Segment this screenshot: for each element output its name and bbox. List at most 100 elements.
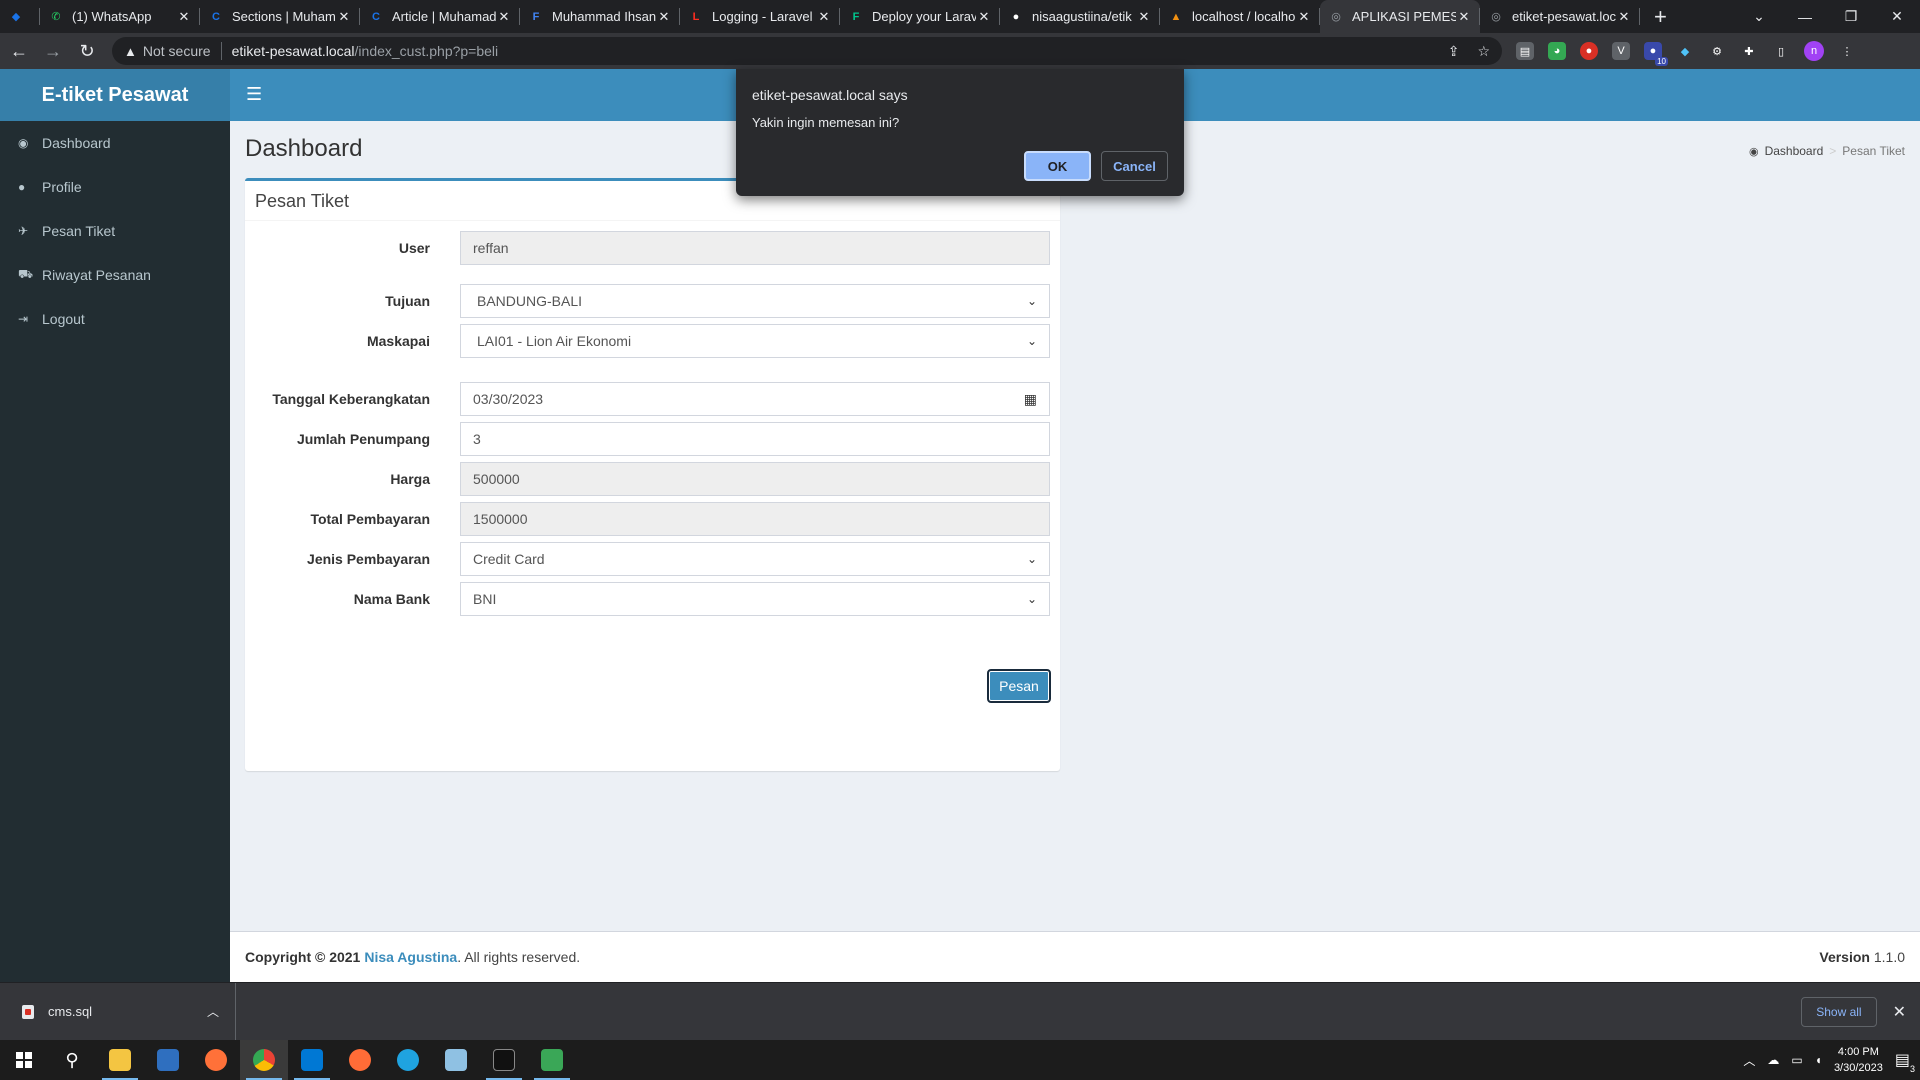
browser-tab[interactable]: ● nisaagustiina/etik ✕: [1000, 0, 1160, 33]
new-tab-button[interactable]: +: [1640, 0, 1681, 33]
extension-icon-6[interactable]: ◆: [1676, 42, 1694, 60]
browser-tab[interactable]: ◎ etiket-pesawat.loc ✕: [1480, 0, 1640, 33]
tujuan-select[interactable]: BANDUNG-BALI ⌄: [460, 284, 1050, 318]
tab-close-icon[interactable]: ✕: [656, 9, 672, 25]
chevron-down-icon: ⌄: [1026, 334, 1037, 348]
cloud-icon[interactable]: ☁: [1767, 1053, 1779, 1067]
download-item[interactable]: cms.sql ︿: [0, 982, 236, 1041]
pesan-button[interactable]: Pesan: [987, 669, 1051, 703]
terminal-icon[interactable]: [480, 1040, 528, 1080]
tray-chevron-icon[interactable]: ︿: [1743, 1052, 1755, 1069]
tab-favicon-icon: F: [532, 10, 540, 23]
browser-tab[interactable]: ✆ (1) WhatsApp ✕: [40, 0, 200, 33]
network-icon[interactable]: ▭: [1791, 1053, 1802, 1067]
notification-icon[interactable]: ▤ 3: [1895, 1050, 1915, 1074]
breadcrumb-separator: >: [1829, 144, 1837, 158]
clock-date: 3/30/2023: [1833, 1062, 1883, 1074]
close-download-bar-icon[interactable]: ✕: [1893, 1002, 1906, 1022]
author-link[interactable]: Nisa Agustina: [364, 949, 457, 965]
tab-close-icon[interactable]: ✕: [1296, 9, 1312, 25]
browser-tab[interactable]: C Article | Muhamad ✕: [360, 0, 520, 33]
show-all-button[interactable]: Show all: [1801, 996, 1877, 1027]
breadcrumb-home[interactable]: Dashboard: [1765, 144, 1824, 158]
bank-select[interactable]: BNI ⌄: [460, 582, 1050, 616]
extensions-puzzle-icon[interactable]: ✚: [1740, 42, 1758, 60]
address-bar[interactable]: ▲ Not secure etiket-pesawat.local /index…: [112, 37, 1502, 65]
tab-close-icon[interactable]: ✕: [1136, 9, 1152, 25]
content-area: Dashboard ◉ Dashboard > Pesan Tiket Pesa…: [230, 121, 1920, 982]
notepad-icon[interactable]: [432, 1040, 480, 1080]
maskapai-value: LAI01 - Lion Air Ekonomi: [477, 333, 632, 349]
system-tray: ︿ ☁ ▭ ◖ 4:00 PM 3/30/2023 ▤ 3: [1743, 1044, 1920, 1076]
bookmark-star-icon[interactable]: ☆: [1477, 43, 1490, 60]
sidebar-item-logout[interactable]: ⇥ Logout: [0, 297, 230, 341]
tab-close-icon[interactable]: ✕: [176, 9, 192, 25]
total-value: 1500000: [473, 511, 528, 527]
extension-icon-7[interactable]: ⚙: [1708, 42, 1726, 60]
extension-icon-4[interactable]: V: [1612, 42, 1630, 60]
logout-icon: ⇥: [18, 312, 29, 326]
restore-icon[interactable]: ❐: [1828, 0, 1874, 33]
vscode-icon[interactable]: [288, 1040, 336, 1080]
tab-close-icon[interactable]: ✕: [976, 9, 992, 25]
extension-icon-3[interactable]: ●: [1580, 42, 1598, 60]
edge-icon[interactable]: [384, 1040, 432, 1080]
dialog-cancel-button[interactable]: Cancel: [1101, 151, 1168, 181]
browser-tab[interactable]: ▲ localhost / localho ✕: [1160, 0, 1320, 33]
bank-label: Nama Bank: [353, 591, 430, 607]
browser-tab[interactable]: ◆: [0, 0, 40, 33]
tab-close-icon[interactable]: ✕: [336, 9, 352, 25]
forward-icon[interactable]: →: [38, 36, 68, 66]
jenis-select[interactable]: Credit Card ⌄: [460, 542, 1050, 576]
extension-icon-5[interactable]: ● 10: [1644, 42, 1668, 66]
chrome-icon[interactable]: [240, 1040, 288, 1080]
share-icon[interactable]: ⇪: [1448, 43, 1460, 60]
postman-icon[interactable]: [336, 1040, 384, 1080]
sidebar-item-profile[interactable]: ● Profile: [0, 165, 230, 209]
sidebar-toggle-icon[interactable]: ☰: [246, 84, 262, 105]
browser-tab[interactable]: ◎ APLIKASI PEMESA✕: [1320, 0, 1480, 33]
volume-icon[interactable]: ◖: [1815, 1053, 1822, 1067]
jumlah-input[interactable]: 3: [460, 422, 1050, 456]
tab-search-icon[interactable]: ⌄: [1736, 0, 1782, 33]
calendar-icon[interactable]: ▦: [1024, 391, 1037, 408]
clock[interactable]: 4:00 PM 3/30/2023: [1834, 1044, 1883, 1076]
network-app-icon[interactable]: [144, 1040, 192, 1080]
browser-tab[interactable]: F Muhammad Ihsan ✕: [520, 0, 680, 33]
sidebar-item-riwayat-pesanan[interactable]: ⛟ Riwayat Pesanan: [0, 253, 230, 297]
close-window-icon[interactable]: ✕: [1874, 0, 1920, 33]
tab-close-icon[interactable]: ✕: [1616, 9, 1632, 25]
start-button[interactable]: [0, 1040, 48, 1080]
extension-icon-1[interactable]: ▤: [1516, 42, 1534, 60]
sidebar-item-dashboard[interactable]: ◉ Dashboard: [0, 121, 230, 165]
firefox-icon[interactable]: [192, 1040, 240, 1080]
file-explorer-icon[interactable]: [96, 1040, 144, 1080]
dashboard-icon: ◉: [18, 136, 29, 150]
minimize-icon[interactable]: —: [1782, 0, 1828, 33]
reload-icon[interactable]: ↻: [72, 36, 102, 66]
tab-close-icon[interactable]: ✕: [1456, 9, 1472, 25]
spreadsheet-icon[interactable]: [528, 1040, 576, 1080]
tab-title: Article | Muhamad: [392, 9, 496, 24]
side-panel-icon[interactable]: ▯: [1772, 42, 1790, 60]
maskapai-select[interactable]: LAI01 - Lion Air Ekonomi ⌄: [460, 324, 1050, 358]
profile-avatar[interactable]: n: [1804, 41, 1824, 61]
tanggal-date-input[interactable]: 03/30/2023 ▦: [460, 382, 1050, 416]
tab-close-icon[interactable]: ✕: [496, 9, 512, 25]
browser-tab[interactable]: F Deploy your Larav ✕: [840, 0, 1000, 33]
brand-logo[interactable]: E-tiket Pesawat: [0, 69, 230, 121]
menu-kebab-icon[interactable]: ⋮: [1838, 42, 1856, 60]
dialog-title: etiket-pesawat.local says: [752, 87, 908, 103]
chevron-up-icon[interactable]: ︿: [207, 1003, 219, 1020]
tab-favicon-icon: ◎: [1331, 11, 1341, 23]
tab-close-icon[interactable]: ✕: [816, 9, 832, 25]
sidebar-item-pesan-tiket[interactable]: ✈ Pesan Tiket: [0, 209, 230, 253]
browser-tab[interactable]: L Logging - Laravel ✕: [680, 0, 840, 33]
extension-icon-2[interactable]: ◕: [1548, 42, 1566, 60]
tab-title: localhost / localho: [1192, 9, 1296, 24]
search-icon[interactable]: ⚲: [48, 1040, 96, 1080]
total-label: Total Pembayaran: [310, 511, 430, 527]
back-icon[interactable]: ←: [4, 36, 34, 66]
browser-tab[interactable]: C Sections | Muham ✕: [200, 0, 360, 33]
dialog-ok-button[interactable]: OK: [1024, 151, 1091, 181]
